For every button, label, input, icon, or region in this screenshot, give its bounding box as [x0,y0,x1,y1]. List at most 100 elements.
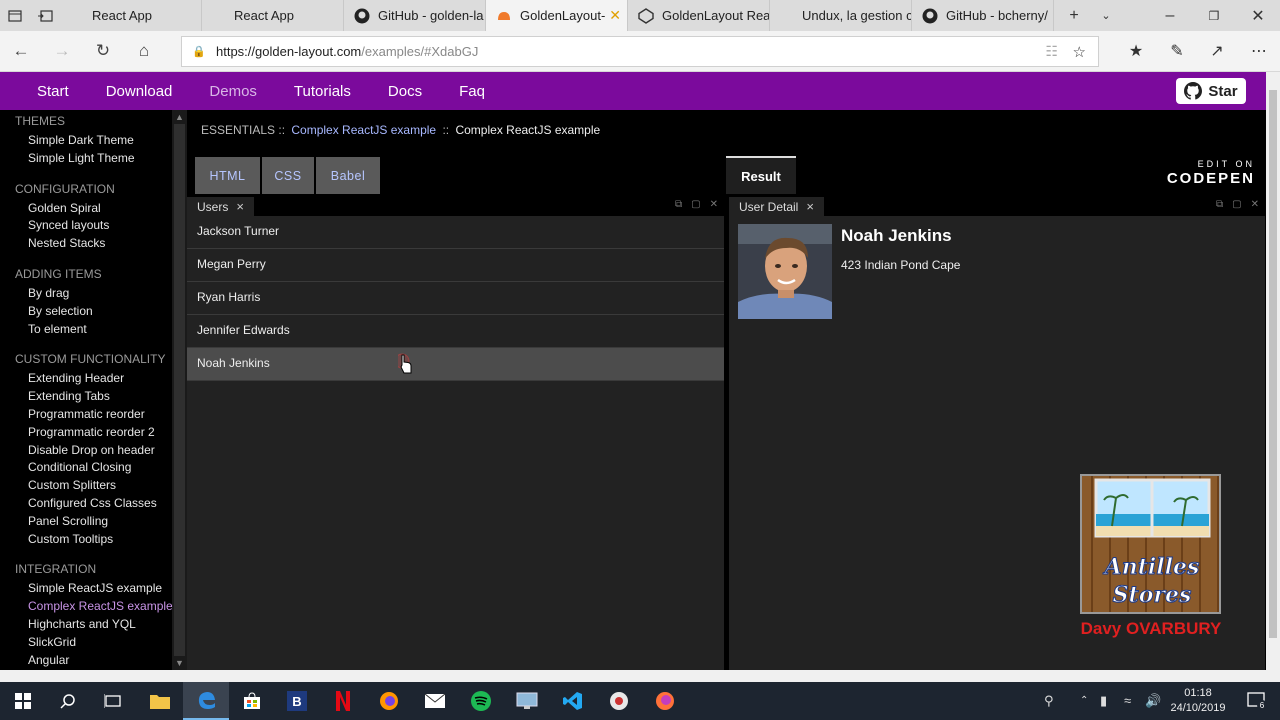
sidebar-item[interactable]: Programmatic reorder 2 [0,424,172,442]
popout-icon[interactable]: ⧉ [675,199,682,210]
user-list-item[interactable]: Jackson Turner [187,216,724,249]
favorites-list-icon[interactable]: ★ [1125,41,1147,61]
close-tab-icon[interactable]: ✕ [609,7,621,24]
tab-babel[interactable]: Babel [316,157,380,194]
show-hidden-icons-chevron-icon[interactable]: ⌃ [1080,695,1088,706]
github-star-button[interactable]: Star [1176,78,1246,104]
browser-tab[interactable]: Undux, la gestion c [770,0,912,31]
restore-button[interactable]: ❐ [1192,0,1236,31]
horizontal-scrollbar[interactable] [0,670,1266,682]
sidebar-item[interactable]: Panel Scrolling [0,513,172,531]
popout-icon[interactable]: ⧉ [1216,199,1223,210]
remote-desktop-icon[interactable] [504,682,550,720]
sidebar-item[interactable]: Custom Splitters [0,477,172,495]
store-icon[interactable] [229,682,275,720]
people-icon[interactable]: ⚲ [1044,693,1054,709]
sidebar-item[interactable]: Golden Spiral [0,200,172,218]
forward-arrow-icon[interactable]: → [50,41,74,61]
maximize-icon[interactable]: ▢ [1232,199,1241,210]
users-tab[interactable]: Users × [187,197,254,216]
nav-link-tutorials[interactable]: Tutorials [294,83,351,100]
system-clock[interactable]: 01:18 24/10/2019 [1163,686,1233,716]
maximize-icon[interactable]: ▢ [691,199,700,210]
close-icon[interactable]: × [806,199,814,214]
page-scroll-thumb[interactable] [1269,90,1277,638]
close-window-button[interactable]: ✕ [1236,0,1280,31]
chrome-icon[interactable] [596,682,642,720]
sidebar-item[interactable]: To element [0,321,172,339]
tab-preview-icon[interactable] [0,0,30,31]
sidebar-item[interactable]: By selection [0,303,172,321]
tab-result[interactable]: Result [726,156,796,194]
spotify-icon[interactable] [458,682,504,720]
sidebar-item[interactable]: Synced layouts [0,217,172,235]
browser-tab[interactable]: React App [202,0,344,31]
sidebar-item[interactable]: Angular [0,652,172,670]
sidebar-scroll-thumb[interactable] [174,124,185,656]
user-list-item[interactable]: Megan Perry [187,249,724,282]
windows-start-icon[interactable] [0,682,46,720]
nav-link-demos[interactable]: Demos [209,83,257,100]
sidebar-item[interactable]: Nested Stacks [0,235,172,253]
reading-view-icon[interactable]: ☷ [1045,43,1058,60]
file-explorer-icon[interactable] [137,682,183,720]
pen-icon[interactable]: ✎ [1166,41,1188,61]
browser-tab[interactable]: GoldenLayout- ✕ [486,0,628,31]
battery-icon[interactable]: ▮ [1100,693,1107,709]
sidebar-item[interactable]: Highcharts and YQL [0,616,172,634]
firefox-icon[interactable] [366,682,412,720]
action-center-icon[interactable]: 6 [1234,682,1280,720]
page-scrollbar[interactable] [1266,72,1280,682]
user-list-item[interactable]: Jennifer Edwards [187,315,724,348]
sidebar-item[interactable]: Simple ReactJS example [0,580,172,598]
browser-tab[interactable]: React App [60,0,202,31]
tab-css[interactable]: CSS [262,157,314,194]
user-list-item[interactable]: Noah Jenkins [187,348,724,381]
close-icon[interactable]: ✕ [710,199,718,210]
home-icon[interactable]: ⌂ [132,41,156,61]
nav-link-docs[interactable]: Docs [388,83,422,100]
sidebar-item[interactable]: Configured Css Classes [0,495,172,513]
search-icon[interactable] [45,682,91,720]
share-icon[interactable]: ↗ [1206,41,1228,61]
booking-icon[interactable]: B [274,682,320,720]
close-icon[interactable]: × [236,199,244,214]
tab-list-chevron-icon[interactable]: ⌄ [1094,0,1118,31]
mail-icon[interactable] [412,682,458,720]
sidebar-item[interactable]: Custom Tooltips [0,531,172,549]
set-tabs-aside-icon[interactable] [30,0,60,31]
browser-tab[interactable]: GitHub - golden-la [344,0,486,31]
browser-tab[interactable]: GoldenLayout Reac [628,0,770,31]
sidebar-item[interactable]: Programmatic reorder [0,406,172,424]
breadcrumb-link[interactable]: Complex ReactJS example [291,123,436,137]
close-icon[interactable]: ✕ [1251,199,1259,210]
scroll-down-arrow-icon[interactable]: ▼ [172,658,187,668]
url-field[interactable]: 🔒 https://golden-layout.com/examples/#Xd… [181,36,1099,67]
edit-on-codepen-link[interactable]: EDIT ON CODEPEN [1163,159,1255,189]
firefox-icon[interactable] [642,682,688,720]
nav-link-download[interactable]: Download [106,83,173,100]
sidebar-scrollbar[interactable]: ▲ ▼ [172,110,187,670]
sidebar-item[interactable]: Complex ReactJS example [0,598,172,616]
netflix-icon[interactable] [320,682,366,720]
sidebar-item[interactable]: Disable Drop on header [0,442,172,460]
wifi-icon[interactable]: ≈ [1124,693,1131,708]
nav-link-start[interactable]: Start [37,83,69,100]
minimize-button[interactable]: – [1148,0,1192,31]
scroll-up-arrow-icon[interactable]: ▲ [172,112,187,122]
volume-icon[interactable]: 🔊 [1145,693,1161,709]
sidebar-item[interactable]: Extending Header [0,370,172,388]
refresh-icon[interactable]: ↻ [91,41,115,61]
nav-link-faq[interactable]: Faq [459,83,485,100]
user-detail-tab[interactable]: User Detail × [729,197,824,216]
vscode-icon[interactable] [550,682,596,720]
sidebar-item[interactable]: SlickGrid [0,634,172,652]
favorite-star-icon[interactable]: ☆ [1073,43,1086,61]
sidebar-item[interactable]: By drag [0,285,172,303]
back-arrow-icon[interactable]: ← [9,41,33,61]
sidebar-item[interactable]: Extending Tabs [0,388,172,406]
browser-tab[interactable]: GitHub - bcherny/ [912,0,1054,31]
tab-html[interactable]: HTML [195,157,260,194]
edge-browser-icon[interactable] [183,682,229,720]
sidebar-item[interactable]: Simple Dark Theme [0,132,172,150]
